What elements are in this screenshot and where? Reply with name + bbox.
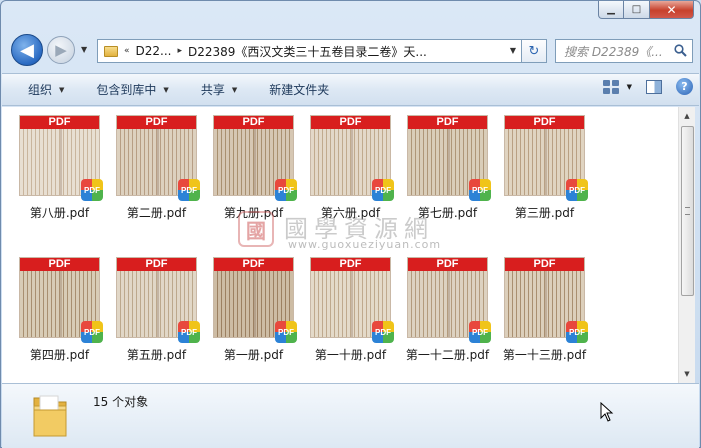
view-options-icon xyxy=(602,79,619,94)
breadcrumb-current[interactable]: D22389《西汉文类三十五卷目录二卷》天... xyxy=(188,43,427,60)
share-menu[interactable]: 共享 ▼ xyxy=(181,77,249,103)
change-view-button[interactable]: ▼ xyxy=(602,79,632,94)
pdf-thumbnail: PDF PDF xyxy=(116,115,200,201)
navigation-bar: ◀ ▶ ▼ « D22... ▸ D22389《西汉文类三十五卷目录二卷》天..… xyxy=(1,29,700,71)
file-item[interactable]: PDF PDF 第一十二册.pdf xyxy=(390,249,491,373)
dropdown-arrow-icon: ▼ xyxy=(163,85,169,94)
folder-icon xyxy=(104,45,118,57)
breadcrumb-separator-icon[interactable]: ▸ xyxy=(177,46,182,56)
pdf-app-icon-label: PDF xyxy=(569,185,585,195)
address-dropdown-icon[interactable]: ▼ xyxy=(510,46,516,55)
file-item[interactable]: PDF PDF 第九册.pdf xyxy=(196,107,297,231)
back-button[interactable]: ◀ xyxy=(11,34,43,66)
file-item[interactable]: PDF PDF 第一十三册.pdf xyxy=(487,249,588,373)
pdf-thumbnail: PDF PDF xyxy=(407,115,491,201)
file-item[interactable]: PDF PDF 第四册.pdf xyxy=(2,249,103,373)
preview-pane-icon[interactable] xyxy=(646,79,662,94)
caption-buttons: ▁ □ ✕ xyxy=(598,1,694,19)
pdf-thumbnail: PDF PDF xyxy=(407,257,491,343)
pdf-app-icon-label: PDF xyxy=(278,185,294,195)
pdf-thumbnail: PDF PDF xyxy=(19,115,103,201)
pdf-app-icon-label: PDF xyxy=(84,327,100,337)
close-button[interactable]: ✕ xyxy=(650,1,694,19)
pdf-banner: PDF xyxy=(214,116,293,129)
share-label: 共享 xyxy=(200,83,225,97)
pdf-thumbnail: PDF PDF xyxy=(504,115,588,201)
recent-pages-dropdown-icon[interactable]: ▼ xyxy=(81,45,87,54)
folder-icon xyxy=(33,395,67,437)
pdf-thumbnail: PDF PDF xyxy=(504,257,588,343)
pdf-thumbnail: PDF PDF xyxy=(213,257,297,343)
pdf-banner: PDF xyxy=(117,116,196,129)
breadcrumb-parent[interactable]: D22... xyxy=(136,44,172,58)
overflow-chevron-icon[interactable]: « xyxy=(124,46,130,56)
pdf-banner: PDF xyxy=(505,116,584,129)
maximize-button[interactable]: □ xyxy=(624,1,650,19)
file-list[interactable]: PDF PDF 第八册.pdf PDF PDF 第二册.pdf PDF PDF 第九册.pdf P… xyxy=(2,107,678,383)
pdf-thumbnail: PDF PDF xyxy=(310,115,394,201)
minimize-button[interactable]: ▁ xyxy=(598,1,624,19)
pdf-app-icon: PDF xyxy=(566,321,588,343)
help-icon[interactable]: ? xyxy=(676,78,693,95)
pdf-thumbnail: PDF PDF xyxy=(213,115,297,201)
file-name: 第一十三册.pdf xyxy=(502,348,587,362)
pdf-banner: PDF xyxy=(20,258,99,271)
pdf-app-icon-label: PDF xyxy=(84,185,100,195)
organize-label: 组织 xyxy=(28,83,53,97)
pdf-app-icon-label: PDF xyxy=(472,327,488,337)
scroll-up-arrow-icon[interactable]: ▲ xyxy=(679,108,695,124)
pdf-banner: PDF xyxy=(408,116,487,129)
file-item[interactable]: PDF PDF 第五册.pdf xyxy=(99,249,200,373)
search-icon[interactable] xyxy=(674,44,687,57)
scroll-down-arrow-icon[interactable]: ▼ xyxy=(679,366,695,382)
include-in-library-label: 包含到库中 xyxy=(96,83,157,97)
pdf-app-icon-label: PDF xyxy=(278,327,294,337)
file-item[interactable]: PDF PDF 第七册.pdf xyxy=(390,107,491,231)
pdf-banner: PDF xyxy=(311,258,390,271)
pdf-app-icon-label: PDF xyxy=(181,185,197,195)
dropdown-arrow-icon: ▼ xyxy=(59,85,65,94)
new-folder-label: 新建文件夹 xyxy=(269,83,330,97)
explorer-window: ▁ □ ✕ ◀ ▶ ▼ « D22... ▸ D22389《西汉文类三十五卷目录… xyxy=(0,0,701,448)
pdf-banner: PDF xyxy=(505,258,584,271)
pdf-thumbnail: PDF PDF xyxy=(310,257,394,343)
pdf-banner: PDF xyxy=(20,116,99,129)
pdf-banner: PDF xyxy=(117,258,196,271)
file-item[interactable]: PDF PDF 第三册.pdf xyxy=(487,107,588,231)
include-in-library-menu[interactable]: 包含到库中 ▼ xyxy=(76,77,180,103)
dropdown-arrow-icon: ▼ xyxy=(626,82,632,91)
item-count: 15 个对象 xyxy=(93,395,149,409)
address-bar[interactable]: « D22... ▸ D22389《西汉文类三十五卷目录二卷》天... ▼ xyxy=(97,39,522,63)
pdf-banner: PDF xyxy=(311,116,390,129)
mouse-cursor-icon xyxy=(600,402,614,422)
pdf-banner: PDF xyxy=(214,258,293,271)
file-item[interactable]: PDF PDF 第二册.pdf xyxy=(99,107,200,231)
dropdown-arrow-icon: ▼ xyxy=(231,85,238,94)
file-name: 第三册.pdf xyxy=(514,206,575,220)
vertical-scrollbar[interactable]: ▲ ▼ xyxy=(678,107,695,383)
pdf-thumbnail: PDF PDF xyxy=(19,257,103,343)
file-item[interactable]: PDF PDF 第六册.pdf xyxy=(293,107,394,231)
details-pane: 15 个对象 xyxy=(2,383,699,448)
organize-menu[interactable]: 组织 ▼ xyxy=(2,77,76,103)
file-item[interactable]: PDF PDF 第一册.pdf xyxy=(196,249,297,373)
pdf-app-icon-label: PDF xyxy=(375,185,391,195)
search-placeholder: 搜索 D22389《... xyxy=(564,44,663,59)
pdf-app-icon-label: PDF xyxy=(181,327,197,337)
forward-button[interactable]: ▶ xyxy=(47,36,75,64)
pdf-app-icon: PDF xyxy=(566,179,588,201)
refresh-button[interactable]: ↻ xyxy=(522,39,547,63)
pdf-app-icon-label: PDF xyxy=(569,327,585,337)
scroll-thumb[interactable] xyxy=(681,126,694,296)
pdf-banner: PDF xyxy=(408,258,487,271)
pdf-app-icon-label: PDF xyxy=(375,327,391,337)
pdf-app-icon-label: PDF xyxy=(472,185,488,195)
pdf-thumbnail: PDF PDF xyxy=(116,257,200,343)
command-bar: 组织 ▼ 包含到库中 ▼ 共享 ▼ 新建文件夹 ▼ ? xyxy=(2,73,699,106)
search-input[interactable]: 搜索 D22389《... xyxy=(555,39,693,63)
file-item[interactable]: PDF PDF 第八册.pdf xyxy=(2,107,103,231)
new-folder-button[interactable]: 新建文件夹 xyxy=(249,77,341,103)
file-item[interactable]: PDF PDF 第一十册.pdf xyxy=(293,249,394,373)
